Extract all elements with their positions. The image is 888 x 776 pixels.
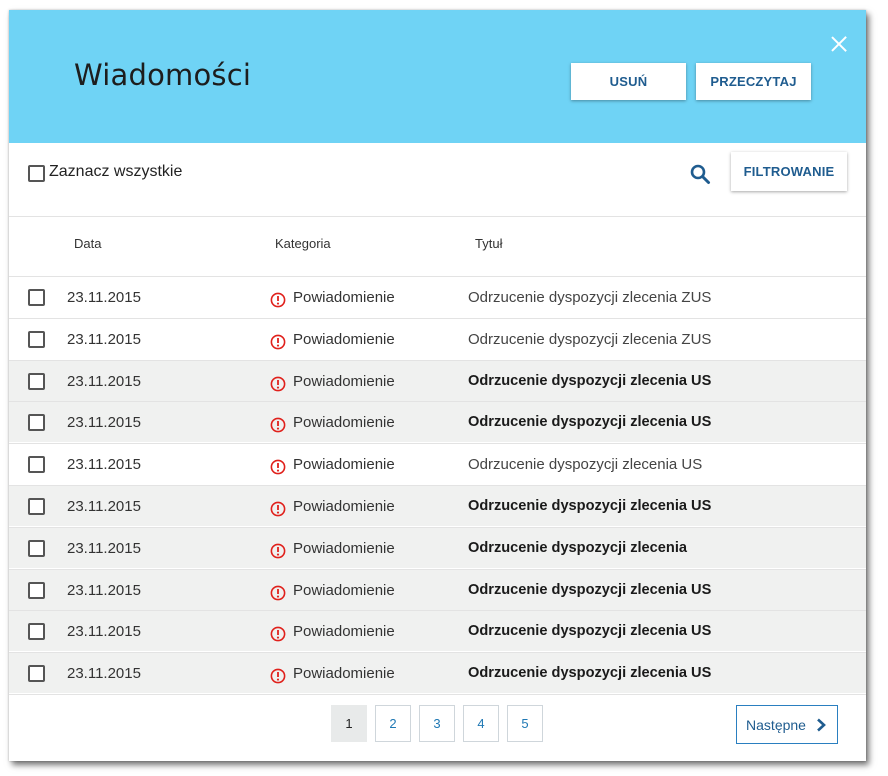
row-title[interactable]: Odrzucenie dyspozycji zlecenia US (468, 373, 711, 389)
close-icon[interactable] (829, 34, 849, 54)
table-row[interactable]: 23.11.2015 Powiadomienie Odrzucenie dyspoz… (9, 317, 866, 359)
table-row[interactable]: 23.11.2015 Powiadomienie Odrzucenie dyspoz… (9, 526, 866, 568)
row-title[interactable]: Odrzucenie dyspozycji zlecenia US (468, 582, 711, 598)
mark-read-button[interactable]: PRZECZYTAJ (696, 63, 811, 100)
next-page-label: Następne (746, 716, 806, 733)
row-title[interactable]: Odrzucenie dyspozycji zlecenia US (468, 414, 711, 430)
row-date: 23.11.2015 (67, 498, 141, 515)
row-date: 23.11.2015 (67, 330, 141, 348)
row-category: Powiadomienie (293, 456, 395, 474)
row-title[interactable]: Odrzucenie dyspozycji zlecenia ZUS (468, 331, 711, 348)
alert-icon (270, 668, 286, 684)
row-category: Powiadomienie (293, 539, 395, 557)
alert-icon (270, 292, 286, 308)
column-header-category[interactable]: Kategoria (275, 236, 331, 251)
table-row[interactable]: 23.11.2015 Powiadomienie Odrzucenie dyspoz… (9, 610, 866, 652)
alert-icon (270, 543, 286, 559)
column-header-date[interactable]: Data (74, 236, 101, 251)
row-date: 23.11.2015 (67, 456, 141, 474)
page-button-2[interactable]: 2 (375, 705, 411, 742)
next-page-button[interactable]: Następne (736, 705, 838, 744)
table-row[interactable]: 23.11.2015 Powiadomienie Odrzucenie dyspoz… (9, 485, 866, 526)
row-category: Powiadomienie (293, 665, 395, 683)
alert-icon (270, 334, 286, 350)
row-date: 23.11.2015 (67, 539, 141, 557)
row-checkbox[interactable] (28, 623, 45, 641)
row-date: 23.11.2015 (67, 665, 141, 683)
row-category: Powiadomienie (293, 498, 395, 515)
search-icon[interactable] (689, 163, 711, 185)
alert-icon (270, 376, 286, 391)
alert-icon (270, 459, 286, 475)
row-category: Powiadomienie (293, 581, 395, 599)
page-button-4[interactable]: 4 (463, 705, 499, 742)
row-date: 23.11.2015 (67, 623, 141, 641)
toolbar: Zaznacz wszystkie FILTROWANIE (9, 143, 866, 217)
page-button-5[interactable]: 5 (507, 705, 543, 742)
pagination-divider (9, 694, 866, 695)
chevron-right-icon (817, 718, 826, 731)
row-date: 23.11.2015 (67, 372, 141, 390)
row-title[interactable]: Odrzucenie dyspozycji zlecenia US (468, 665, 711, 681)
select-all-label[interactable]: Zaznacz wszystkie (49, 163, 182, 181)
row-title[interactable]: Odrzucenie dyspozycji zlecenia US (468, 623, 711, 639)
row-category: Powiadomienie (293, 372, 395, 390)
row-checkbox[interactable] (28, 539, 45, 557)
messages-dialog: Wiadomości USUŃ PRZECZYTAJ Zaznacz wszys… (9, 10, 866, 761)
row-checkbox[interactable] (28, 330, 45, 348)
row-category: Powiadomienie (293, 289, 395, 306)
row-checkbox[interactable] (28, 414, 45, 432)
table-row[interactable]: 23.11.2015 Powiadomienie Odrzucenie dyspoz… (9, 359, 866, 401)
alert-icon (270, 585, 286, 600)
table-row[interactable]: 23.11.2015 Powiadomienie Odrzucenie dyspoz… (9, 401, 866, 443)
row-checkbox[interactable] (28, 372, 45, 390)
row-date: 23.11.2015 (67, 289, 141, 306)
select-all-checkbox[interactable] (28, 165, 45, 182)
row-checkbox[interactable] (28, 665, 45, 683)
row-checkbox[interactable] (28, 498, 45, 515)
page-title: Wiadomości (74, 58, 252, 92)
table-row[interactable]: 23.11.2015 Powiadomienie Odrzucenie dyspoz… (9, 276, 866, 317)
alert-icon (270, 626, 286, 642)
row-category: Powiadomienie (293, 330, 395, 348)
row-checkbox[interactable] (28, 289, 45, 306)
row-checkbox[interactable] (28, 581, 45, 599)
column-header-title[interactable]: Tytuł (475, 236, 502, 251)
row-category: Powiadomienie (293, 414, 395, 432)
row-category: Powiadomienie (293, 623, 395, 641)
delete-button[interactable]: USUŃ (571, 63, 686, 100)
table-row[interactable]: 23.11.2015 Powiadomienie Odrzucenie dyspoz… (9, 652, 866, 694)
dialog-header: Wiadomości USUŃ PRZECZYTAJ (9, 10, 866, 143)
alert-icon (270, 501, 286, 517)
filter-button[interactable]: FILTROWANIE (731, 152, 847, 191)
page-button-3[interactable]: 3 (419, 705, 455, 742)
row-title[interactable]: Odrzucenie dyspozycji zlecenia US (468, 498, 711, 514)
table-row[interactable]: 23.11.2015 Powiadomienie Odrzucenie dyspoz… (9, 568, 866, 610)
row-date: 23.11.2015 (67, 414, 141, 432)
alert-icon (270, 417, 286, 433)
row-checkbox[interactable] (28, 456, 45, 474)
page-button-1[interactable]: 1 (331, 705, 367, 742)
row-title[interactable]: Odrzucenie dyspozycji zlecenia US (468, 456, 702, 473)
row-title[interactable]: Odrzucenie dyspozycji zlecenia ZUS (468, 289, 711, 306)
row-date: 23.11.2015 (67, 581, 141, 599)
row-title[interactable]: Odrzucenie dyspozycji zlecenia (468, 540, 687, 556)
table-row[interactable]: 23.11.2015 Powiadomienie Odrzucenie dyspoz… (9, 443, 866, 484)
